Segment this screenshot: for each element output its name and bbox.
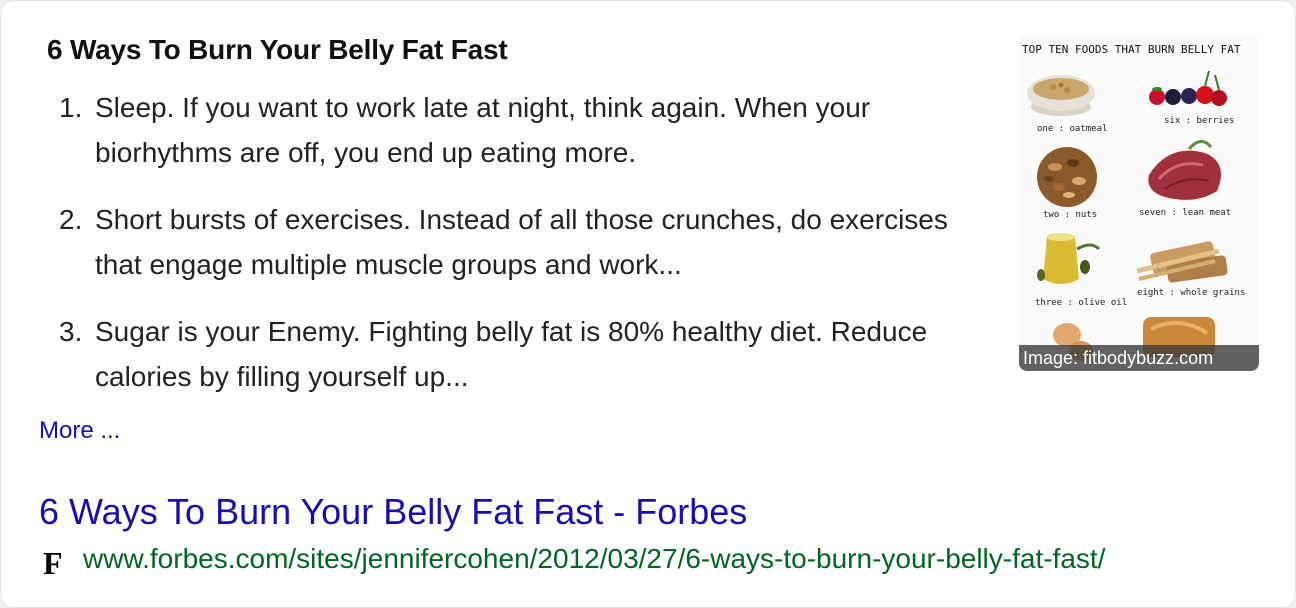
- snippet-title: 6 Ways To Burn Your Belly Fat Fast: [47, 34, 508, 65]
- food-label-three: three : olive oil: [1035, 298, 1127, 308]
- food-label-eight: eight : whole grains: [1137, 288, 1245, 298]
- list-item-text: Sleep. If you want to work late at night…: [95, 92, 871, 168]
- food-label-one: one : oatmeal: [1037, 124, 1107, 134]
- list-item-number: 3.: [59, 316, 83, 347]
- infographic-heading: TOP TEN FOODS THAT BURN BELLY FAT: [1022, 43, 1241, 56]
- list-item-text: Sugar is your Enemy. Fighting belly fat …: [95, 316, 928, 392]
- list-item-number: 1.: [59, 92, 83, 123]
- result-url-link[interactable]: www.forbes.com/sites/jennifercohen/2012/…: [83, 543, 1245, 575]
- oatmeal-picture: [1027, 75, 1095, 116]
- snippet-thumbnail[interactable]: TOP TEN FOODS THAT BURN BELLY FAT one : …: [1019, 35, 1259, 371]
- list-item: 2. Short bursts of exercises. Instead of…: [59, 197, 989, 287]
- food-label-two: two : nuts: [1043, 210, 1097, 220]
- list-item-number: 2.: [59, 204, 83, 235]
- food-label-six: six : berries: [1164, 116, 1234, 126]
- food-infographic: TOP TEN FOODS THAT BURN BELLY FAT one : …: [1019, 35, 1259, 371]
- nuts-picture: [1037, 147, 1097, 207]
- image-source-caption: Image: fitbodybuzz.com: [1019, 345, 1259, 371]
- more-link[interactable]: More ...: [39, 417, 120, 445]
- featured-snippet-card: 6 Ways To Burn Your Belly Fat Fast 1. Sl…: [0, 0, 1296, 608]
- snippet-list: 1. Sleep. If you want to work late at ni…: [59, 85, 989, 421]
- list-item: 3. Sugar is your Enemy. Fighting belly f…: [59, 309, 989, 399]
- list-item: 1. Sleep. If you want to work late at ni…: [59, 85, 989, 175]
- forbes-favicon-icon: F: [43, 545, 63, 581]
- result-title-link[interactable]: 6 Ways To Burn Your Belly Fat Fast - For…: [39, 491, 747, 533]
- food-label-seven: seven : lean meat: [1139, 208, 1231, 218]
- list-item-text: Short bursts of exercises. Instead of al…: [95, 204, 948, 280]
